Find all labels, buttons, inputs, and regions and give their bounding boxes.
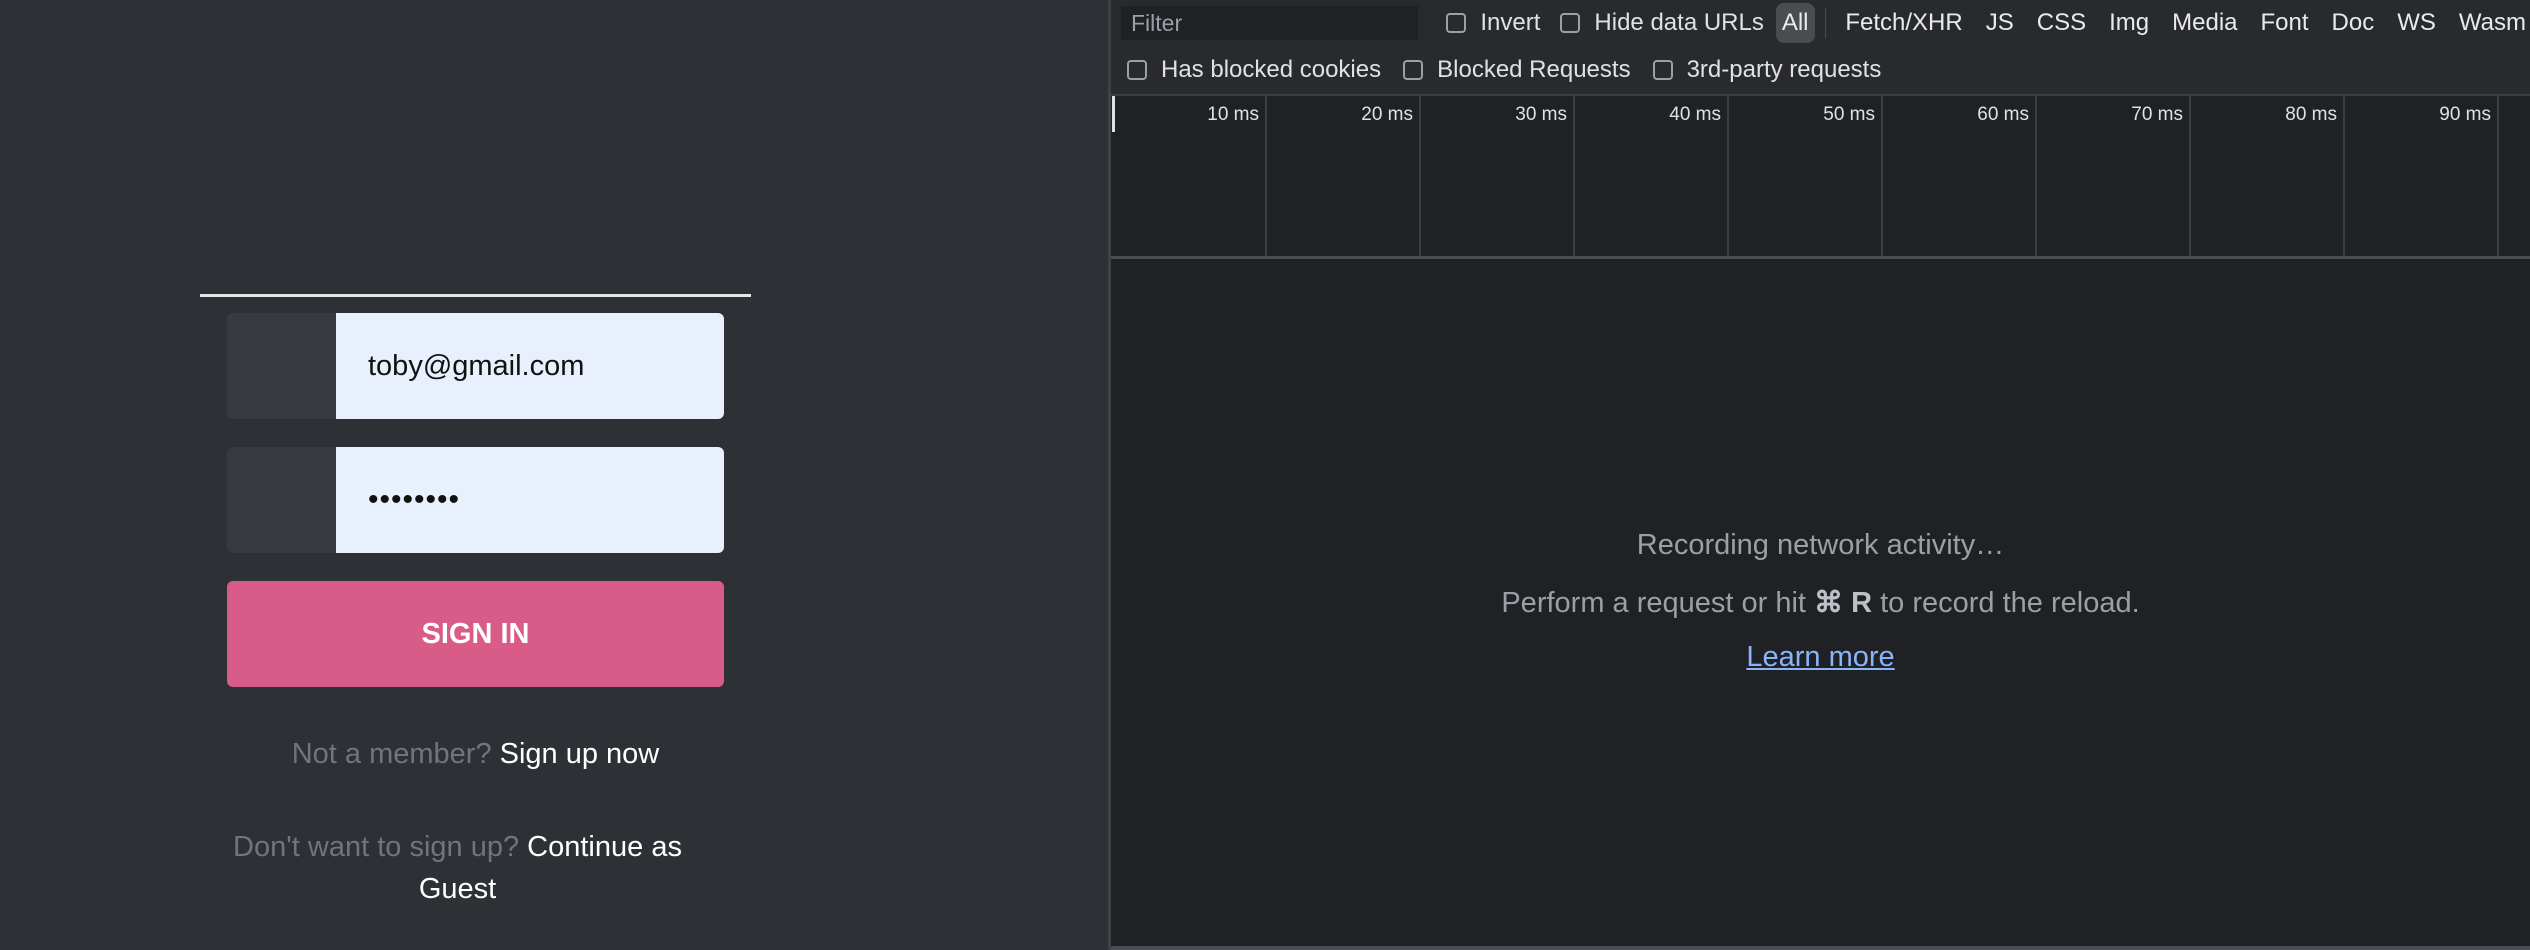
header-divider — [200, 294, 751, 297]
type-filter-font[interactable]: Font — [2257, 5, 2313, 41]
network-filter-toolbar: Filter Invert Hide data URLs All Fetch/X… — [1111, 0, 2530, 46]
timeline-gridline — [2497, 96, 2499, 256]
reload-hint-suffix: to record the reload. — [1880, 587, 2140, 619]
email-field[interactable]: toby@gmail.com — [227, 313, 724, 419]
hide-data-urls-label: Hide data URLs — [1594, 9, 1764, 36]
email-icon — [227, 313, 336, 419]
type-filter-css[interactable]: CSS — [2033, 5, 2090, 41]
timeline-tick-label: 60 ms — [1977, 104, 2029, 125]
email-input[interactable]: toby@gmail.com — [336, 313, 724, 419]
type-filter-media[interactable]: Media — [2168, 5, 2241, 41]
timeline-gridline — [1265, 96, 1267, 256]
invert-label: Invert — [1480, 9, 1541, 36]
checkbox-box[interactable] — [1403, 60, 1424, 80]
empty-state: Recording network activity… Perform a re… — [1111, 259, 2530, 947]
timeline-tick-label: 50 ms — [1823, 104, 1875, 125]
password-field[interactable]: •••••••• — [227, 447, 724, 553]
timeline-gridline — [2189, 96, 2191, 256]
checkbox-box[interactable] — [1446, 13, 1467, 33]
signup-prompt: Not a member? Sign up now — [0, 738, 951, 771]
invert-checkbox[interactable]: Invert — [1446, 9, 1540, 37]
timeline-cursor — [1112, 96, 1115, 132]
recording-status-text: Recording network activity… — [1636, 529, 2005, 561]
type-filter-all[interactable]: All — [1775, 3, 1815, 43]
timeline-tick-label: 20 ms — [1361, 104, 1413, 125]
devtools-network-panel: Filter Invert Hide data URLs All Fetch/X… — [1111, 0, 2530, 950]
timeline-gridline — [1881, 96, 1883, 256]
password-input[interactable]: •••••••• — [336, 447, 724, 553]
type-filter-wasm[interactable]: Wasm — [2455, 5, 2530, 41]
timeline-gridline — [1573, 96, 1575, 256]
guest-prompt: Don't want to sign up? Continue as Guest — [230, 826, 685, 910]
third-party-requests-label: 3rd-party requests — [1686, 56, 1882, 83]
reload-hint-text: Perform a request or hit ⌘ R to record t… — [1111, 585, 2530, 620]
timeline-tick-label: 30 ms — [1515, 104, 1567, 125]
timeline-tick-label: 40 ms — [1669, 104, 1721, 125]
learn-more-link[interactable]: Learn more — [1111, 641, 2530, 674]
hide-data-urls-checkbox[interactable]: Hide data URLs — [1560, 9, 1764, 37]
lock-icon — [227, 447, 336, 553]
type-filter-img[interactable]: Img — [2105, 5, 2153, 41]
type-filter-js[interactable]: JS — [1982, 5, 2018, 41]
third-party-requests-checkbox[interactable]: 3rd-party requests — [1652, 56, 1882, 84]
checkbox-box[interactable] — [1652, 60, 1673, 80]
timeline-gridline — [2035, 96, 2037, 256]
reload-shortcut: ⌘ R — [1814, 587, 1873, 619]
network-overview-timeline[interactable]: 10 ms 20 ms 30 ms 40 ms 50 ms 60 ms 70 ms 80 ms… — [1111, 96, 2530, 259]
timeline-tick-label: 10 ms — [1207, 104, 1259, 125]
checkbox-box[interactable] — [1127, 60, 1147, 80]
member-prompt-text: Not a member? — [291, 738, 492, 770]
login-page: toby@gmail.com •••••••• SIGN IN Not a me… — [0, 0, 1108, 950]
type-filter-doc[interactable]: Doc — [2328, 5, 2379, 41]
has-blocked-cookies-label: Has blocked cookies — [1161, 56, 1382, 83]
filter-input[interactable]: Filter — [1121, 6, 1419, 40]
timeline-gridline — [2343, 96, 2345, 256]
blocked-requests-checkbox[interactable]: Blocked Requests — [1403, 56, 1631, 84]
screen: toby@gmail.com •••••••• SIGN IN Not a me… — [0, 0, 2530, 950]
type-filter-ws[interactable]: WS — [2393, 5, 2440, 41]
reload-hint-prefix: Perform a request or hit — [1501, 587, 1806, 619]
timeline-tick-label: 70 ms — [2131, 104, 2183, 125]
guest-prompt-text: Don't want to sign up? — [233, 831, 520, 863]
timeline-tick-label: 80 ms — [2285, 104, 2337, 125]
timeline-gridline — [1419, 96, 1421, 256]
has-blocked-cookies-checkbox[interactable]: Has blocked cookies — [1127, 56, 1381, 84]
checkbox-box[interactable] — [1560, 13, 1581, 33]
sign-in-button[interactable]: SIGN IN — [227, 581, 724, 687]
timeline-gridline — [1727, 96, 1729, 256]
panel-bottom-border — [1111, 946, 2530, 950]
type-filter-fetch-xhr[interactable]: Fetch/XHR — [1841, 5, 1966, 41]
timeline-tick-label: 90 ms — [2439, 104, 2491, 125]
network-options-toolbar: Has blocked cookies Blocked Requests 3rd… — [1111, 46, 2530, 96]
blocked-requests-label: Blocked Requests — [1437, 56, 1631, 83]
sign-up-link[interactable]: Sign up now — [500, 738, 660, 770]
toolbar-separator — [1824, 8, 1827, 38]
